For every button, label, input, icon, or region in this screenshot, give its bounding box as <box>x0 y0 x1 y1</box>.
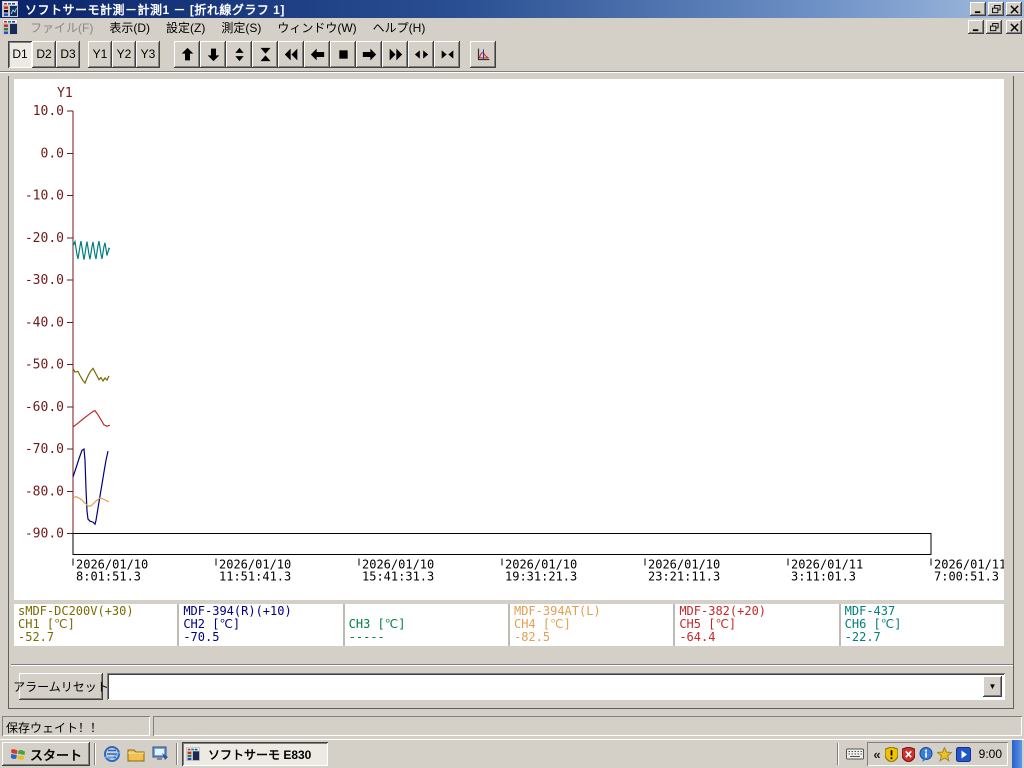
toolbar-button-y2[interactable]: Y2 <box>112 40 136 68</box>
y-tick-label: -50.0 <box>25 358 64 373</box>
start-button-label: スタート <box>29 747 82 763</box>
restore-button[interactable] <box>988 2 1004 16</box>
series-ch6 <box>72 239 111 260</box>
child-close-button[interactable] <box>1006 20 1022 34</box>
legend-cell-ch3[interactable]: CH3 [℃] ----- <box>344 604 508 646</box>
app-icon <box>2 1 18 17</box>
legend-cell-ch2[interactable]: MDF-394(R)(+10) CH2 [℃] -70.5 <box>179 604 343 646</box>
fast-rewind-icon[interactable] <box>278 40 304 68</box>
task-button-label: ソフトサーモ E830 <box>208 747 312 762</box>
tray-clock: 9:00 <box>978 747 1002 761</box>
chevron-down-icon[interactable]: ▼ <box>983 676 1002 697</box>
taskbar-edge-strip <box>1012 739 1022 768</box>
start-button[interactable]: スタート <box>2 742 90 766</box>
minimize-button[interactable] <box>970 2 986 16</box>
toolbar-button-d1[interactable]: D1 <box>8 40 32 68</box>
desktop-icon[interactable] <box>150 744 170 764</box>
scroll-up-icon[interactable] <box>174 40 200 68</box>
desktop: ソフトサーモ計測－計測1 － [折れ線グラフ 1] ファイル(F) 表示(D) … <box>0 0 1024 768</box>
folder-icon[interactable] <box>126 744 146 764</box>
toolbar-button-d2[interactable]: D2 <box>32 40 56 68</box>
child-minimize-button[interactable] <box>968 20 984 34</box>
x-tick-time: 8:01:51.3 <box>76 570 141 584</box>
line-graph-window: Y1 10.0 0.0 -10.0 -20.0 -30.0 -40.0 -50.0 -60.0 -… <box>8 76 1014 709</box>
statusbar: 保存ウェイト！！ <box>0 713 1024 739</box>
step-left-icon[interactable] <box>304 40 330 68</box>
alarm-bar: アラームリセット ▼ <box>11 664 1013 707</box>
expand-horizontal-icon[interactable] <box>408 40 434 68</box>
close-button[interactable] <box>1006 2 1022 16</box>
menu-window[interactable]: ウィンドウ(W) <box>269 17 364 38</box>
y-tick-label: -10.0 <box>25 189 64 204</box>
y-tick-label: -80.0 <box>25 484 64 499</box>
alarm-combobox[interactable]: ▼ <box>107 673 1005 700</box>
taskbar: スタート ソフトサーモ E830 « 9:00 <box>0 739 1024 768</box>
mdi-client-area: Y1 10.0 0.0 -10.0 -20.0 -30.0 -40.0 -50.0 -60.0 -… <box>0 74 1024 713</box>
status-right-panel <box>153 716 1022 736</box>
expand-vertical-icon[interactable] <box>226 40 252 68</box>
x-tick-time: 7:00:51.3 <box>934 570 999 584</box>
x-tick-time: 23:21:11.3 <box>648 570 720 584</box>
y-tick-label: -70.0 <box>25 442 64 457</box>
menu-measure[interactable]: 測定(S) <box>213 17 269 38</box>
y-tick-label: -20.0 <box>25 231 64 246</box>
status-message: 保存ウェイト！！ <box>2 716 150 736</box>
alarm-combobox-value[interactable] <box>107 673 983 700</box>
channel-legend: sMDF-DC200V(+30) CH1 [℃] -52.7 MDF-394(R)(+… <box>14 604 1004 646</box>
legend-cell-ch4[interactable]: MDF-394AT(L) CH4 [℃] -82.5 <box>509 604 674 646</box>
legend-cell-ch6[interactable]: MDF-437 CH6 [℃] -22.7 <box>840 604 1004 646</box>
x-tick-time: 3:11:01.3 <box>791 570 856 584</box>
x-tick-time: 19:31:21.3 <box>505 570 577 584</box>
app-icon <box>186 747 200 761</box>
series-ch2 <box>72 447 109 526</box>
step-right-icon[interactable] <box>356 40 382 68</box>
y-tick-label: -90.0 <box>25 527 64 542</box>
toolbar-button-d3[interactable]: D3 <box>56 40 80 68</box>
y-tick-label: -60.0 <box>25 400 64 415</box>
series-ch5 <box>72 409 111 428</box>
legend-cell-ch1[interactable]: sMDF-DC200V(+30) CH1 [℃] -52.7 <box>14 604 178 646</box>
y-tick-label: -40.0 <box>25 315 64 330</box>
x-tick-time: 11:51:41.3 <box>219 570 291 584</box>
y-axis-name: Y1 <box>57 86 73 101</box>
menu-view[interactable]: 表示(D) <box>101 17 158 38</box>
compress-vertical-icon[interactable] <box>252 40 278 68</box>
y-tick-label: 10.0 <box>33 104 64 119</box>
legend-cell-ch5[interactable]: MDF-382(+20) CH5 [℃] -64.4 <box>675 604 839 646</box>
y-tick-label: -30.0 <box>25 273 64 288</box>
window-titlebar: ソフトサーモ計測－計測1 － [折れ線グラフ 1] <box>0 0 1024 18</box>
info-balloon-icon[interactable] <box>919 746 933 762</box>
line-chart: Y1 10.0 0.0 -10.0 -20.0 -30.0 -40.0 -50.0 -60.0 -… <box>14 79 1004 600</box>
play-icon[interactable] <box>955 746 971 762</box>
compress-horizontal-icon[interactable] <box>434 40 460 68</box>
toolbar-button-y1[interactable]: Y1 <box>88 40 112 68</box>
y-tick-label: 0.0 <box>41 146 64 161</box>
shield-error-icon[interactable] <box>901 746 915 762</box>
system-tray: « 9:00 <box>833 739 1022 768</box>
shield-warning-icon[interactable] <box>884 746 898 762</box>
fast-forward-icon[interactable] <box>382 40 408 68</box>
child-restore-button[interactable] <box>986 20 1002 34</box>
task-button-softthermo[interactable]: ソフトサーモ E830 <box>182 742 328 766</box>
window-title: ソフトサーモ計測－計測1 － [折れ線グラフ 1] <box>25 2 285 17</box>
keyboard-icon[interactable] <box>845 744 865 764</box>
menubar: ファイル(F) 表示(D) 設定(Z) 測定(S) ウィンドウ(W) ヘルプ(H… <box>0 18 1024 37</box>
series-ch4 <box>72 496 110 507</box>
menu-settings[interactable]: 設定(Z) <box>158 17 213 38</box>
star-icon[interactable] <box>936 746 952 762</box>
graph-settings-icon[interactable] <box>470 40 496 68</box>
windows-logo-icon <box>10 749 25 760</box>
series-ch1 <box>72 367 110 385</box>
child-window-icon[interactable] <box>2 19 18 35</box>
menu-file[interactable]: ファイル(F) <box>22 17 101 38</box>
toolbar: D1 D2 D3 Y1 Y2 Y3 <box>0 37 1024 72</box>
alarm-reset-button[interactable]: アラームリセット <box>13 673 109 700</box>
tray-chevron-icon[interactable]: « <box>873 747 880 762</box>
internet-explorer-icon[interactable] <box>102 744 122 764</box>
stop-icon[interactable] <box>330 40 356 68</box>
toolbar-button-y3[interactable]: Y3 <box>136 40 160 68</box>
x-tick-time: 15:41:31.3 <box>362 570 434 584</box>
menu-help[interactable]: ヘルプ(H) <box>365 17 434 38</box>
scroll-down-icon[interactable] <box>200 40 226 68</box>
